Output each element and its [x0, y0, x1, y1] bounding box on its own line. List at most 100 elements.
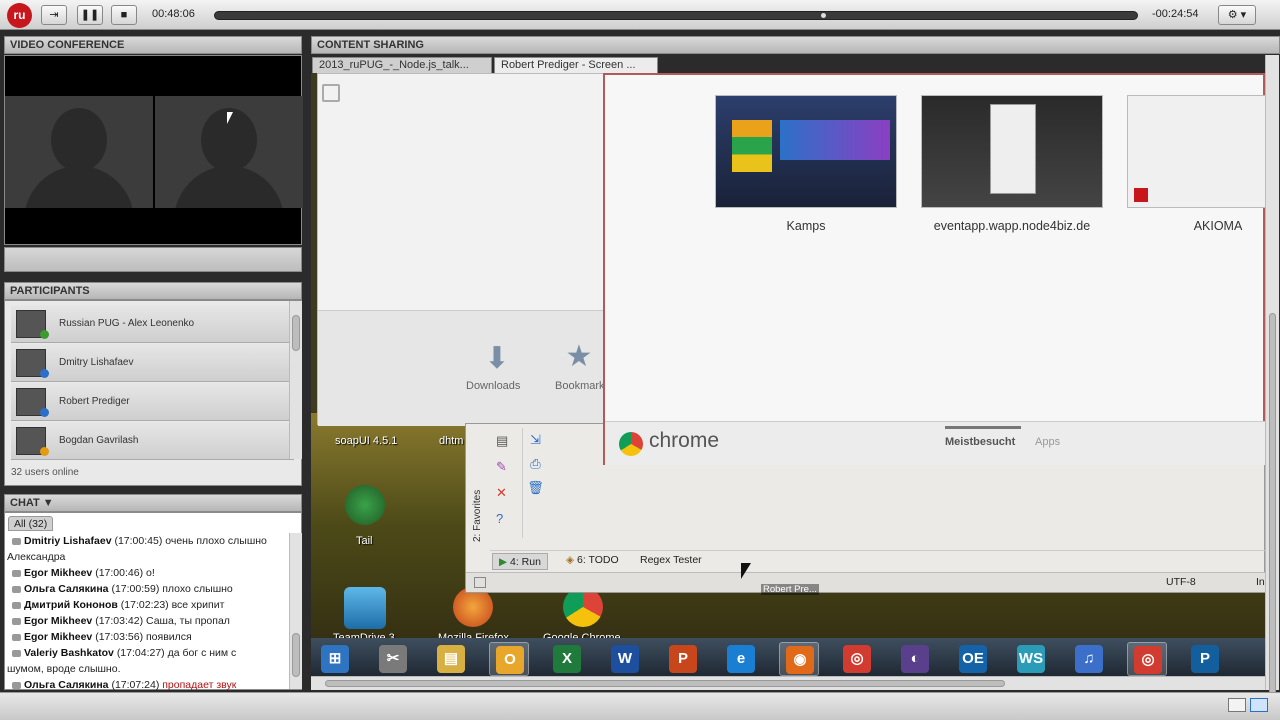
chat-tab-all[interactable]: All (32) — [8, 516, 54, 531]
ide-tool-strip: ▶ 4: Run ◈ 6: TODO Regex Tester — [490, 550, 1265, 572]
exit-button[interactable]: ⇥ — [41, 5, 67, 25]
thumbnail-label-akioma[interactable]: AKIOMA — [1127, 219, 1265, 233]
participant-row[interactable]: Russian PUG - Alex Leonenko — [11, 305, 294, 343]
thumbnail-kamps[interactable] — [715, 95, 897, 208]
participants-header: PARTICIPANTS — [4, 282, 302, 300]
favorites-tool-tab[interactable]: 2: Favorites — [472, 462, 484, 542]
downloads-label[interactable]: Downloads — [466, 380, 520, 392]
taskbar-webstorm[interactable]: WS — [1011, 642, 1051, 676]
video-tile-1[interactable] — [5, 96, 153, 208]
tab-label: Robert Prediger - Screen ... — [501, 59, 636, 71]
taskbar-oe[interactable]: OE — [953, 642, 993, 676]
firefox-app-icon[interactable] — [453, 587, 493, 627]
chat-message: Valeriy Bashkatov (17:04:27) да бог с ни… — [12, 645, 292, 661]
taskbar-chrome-active[interactable]: ◎ — [1127, 642, 1167, 676]
bookmarks-icon[interactable]: ★ — [564, 342, 594, 372]
layout-toggle-icon[interactable] — [1228, 698, 1246, 712]
chat-message: Egor Mikheev (17:03:56) появился — [12, 629, 292, 645]
chat-text: все хрипит — [171, 599, 225, 611]
participant-row[interactable]: Robert Prediger — [11, 383, 294, 421]
trash-icon[interactable]: 🗑 — [523, 476, 548, 500]
taskbar-p-app[interactable]: P — [1185, 642, 1225, 676]
mouse-cursor-icon — [741, 563, 751, 579]
layout-toggle-active-icon[interactable] — [1250, 698, 1268, 712]
content-vscroll-thumb[interactable] — [1269, 313, 1276, 713]
chat-time: (17:00:46) — [95, 567, 144, 579]
taskbar-chrome[interactable]: ◎ — [837, 642, 877, 676]
chat-message: Ольга Салякина (17:07:24) пропадает звук — [12, 677, 292, 693]
settings-button[interactable]: ⚙ ▾ — [1218, 5, 1256, 25]
progress-knob[interactable] — [820, 13, 826, 18]
gear-icon: ⚙ ▾ — [1227, 9, 1247, 21]
content-hscroll-thumb[interactable] — [325, 680, 1005, 687]
fullscreen-icon[interactable] — [322, 84, 340, 102]
thumbnail-label-eventapp[interactable]: eventapp.wapp.node4biz.de — [921, 219, 1103, 233]
content-tab-1[interactable]: 2013_ruPUG_-_Node.js_talk... — [312, 57, 492, 74]
regex-tester-button[interactable]: Regex Tester — [640, 554, 702, 566]
insert-mode: In — [1256, 576, 1265, 588]
chat-author: Дмитрий Кононов — [24, 599, 118, 611]
thumbnail-label-kamps[interactable]: Kamps — [715, 219, 897, 233]
structure-icon[interactable]: ▤ — [496, 428, 512, 454]
progress-bar[interactable] — [214, 11, 1138, 20]
avatar — [16, 388, 49, 417]
run-tool-button[interactable]: ▶ 4: Run — [492, 553, 548, 570]
taskbar-windows-start[interactable]: ⊞ — [315, 642, 355, 676]
teamdrive-app-icon[interactable] — [344, 587, 386, 629]
taskbar-itunes[interactable]: ♫ — [1069, 642, 1109, 676]
taskbar-eclipse[interactable]: ◐ — [895, 642, 935, 676]
taskbar-snipping[interactable]: ✂ — [373, 642, 413, 676]
chrome-brand: chrome — [649, 429, 720, 452]
taskbar-word[interactable]: W — [605, 642, 645, 676]
status-toggle-icon[interactable] — [474, 577, 486, 588]
presenter-cursor-label: Robert Pre... — [761, 584, 819, 595]
content-tab-2[interactable]: Robert Prediger - Screen ... — [494, 57, 658, 74]
participant-row[interactable]: Dmitry Lishafaev — [11, 344, 294, 382]
chat-header[interactable]: CHAT ▼ — [4, 494, 302, 512]
desktop-icon-tail[interactable]: Tail — [356, 535, 373, 547]
help-icon[interactable]: ? — [496, 506, 512, 532]
participant-name: Robert Prediger — [59, 396, 130, 407]
thumbnail-eventapp[interactable] — [921, 95, 1103, 208]
shared-screen: soapUI 4.5.1 dhtm Tail TeamDrive 3 Mozil… — [311, 73, 1265, 690]
tab-most-visited[interactable]: Meistbesucht — [945, 436, 1015, 448]
pause-button[interactable]: ❚❚ — [77, 5, 103, 25]
video-controls-strip — [4, 247, 302, 272]
todo-tool-button[interactable]: ◈ 6: TODO — [566, 554, 619, 566]
content-horizontal-scrollbar[interactable] — [311, 676, 1265, 690]
import-icon[interactable]: ⇲ — [523, 428, 548, 452]
encoding-selector[interactable]: UTF-8 — [1166, 576, 1196, 588]
tab-apps[interactable]: Apps — [1035, 436, 1060, 448]
chrome-logo-icon — [619, 432, 643, 456]
taskbar-excel[interactable]: X — [547, 642, 587, 676]
oe-icon: OE — [959, 645, 987, 673]
taskbar-firefox[interactable]: ◉ — [779, 642, 819, 676]
chat-bubble-icon — [12, 617, 21, 625]
chat-scrollbar[interactable] — [289, 533, 302, 689]
scroll-thumb[interactable] — [292, 315, 300, 351]
print-icon[interactable]: ⎙ — [523, 452, 548, 476]
downloads-icon[interactable]: ⬇ — [482, 344, 512, 374]
participant-name: Dmitry Lishafaev — [59, 357, 134, 368]
content-vertical-scrollbar[interactable] — [1265, 55, 1279, 713]
desktop-icon-dhtm[interactable]: dhtm — [439, 435, 463, 447]
firefox-icon: ◉ — [786, 646, 814, 674]
taskbar-powerpoint[interactable]: P — [663, 642, 703, 676]
participant-row[interactable]: Bogdan Gavrilash — [11, 422, 294, 460]
tail-app-icon[interactable] — [345, 485, 385, 525]
desktop-icon-soapui[interactable]: soapUI 4.5.1 — [335, 435, 397, 447]
stop-button[interactable]: ■ — [111, 5, 137, 25]
chat-text: шумом, вроде слышно. — [7, 663, 121, 675]
close-icon[interactable]: ✕ — [496, 480, 512, 506]
taskbar-outlook[interactable]: O — [489, 642, 529, 676]
participants-scrollbar[interactable] — [289, 301, 302, 459]
thumbnail-akioma[interactable] — [1127, 95, 1265, 208]
taskbar-ie[interactable]: e — [721, 642, 761, 676]
participants-panel: Russian PUG - Alex Leonenko Dmitry Lishaf… — [4, 300, 302, 486]
pin-icon[interactable]: ✎ — [496, 454, 512, 480]
chrome-app-icon[interactable] — [563, 587, 603, 627]
word-icon: W — [611, 645, 639, 673]
chat-scroll-thumb[interactable] — [292, 633, 300, 677]
taskbar-explorer[interactable]: ▤ — [431, 642, 471, 676]
p-app-icon: P — [1191, 645, 1219, 673]
